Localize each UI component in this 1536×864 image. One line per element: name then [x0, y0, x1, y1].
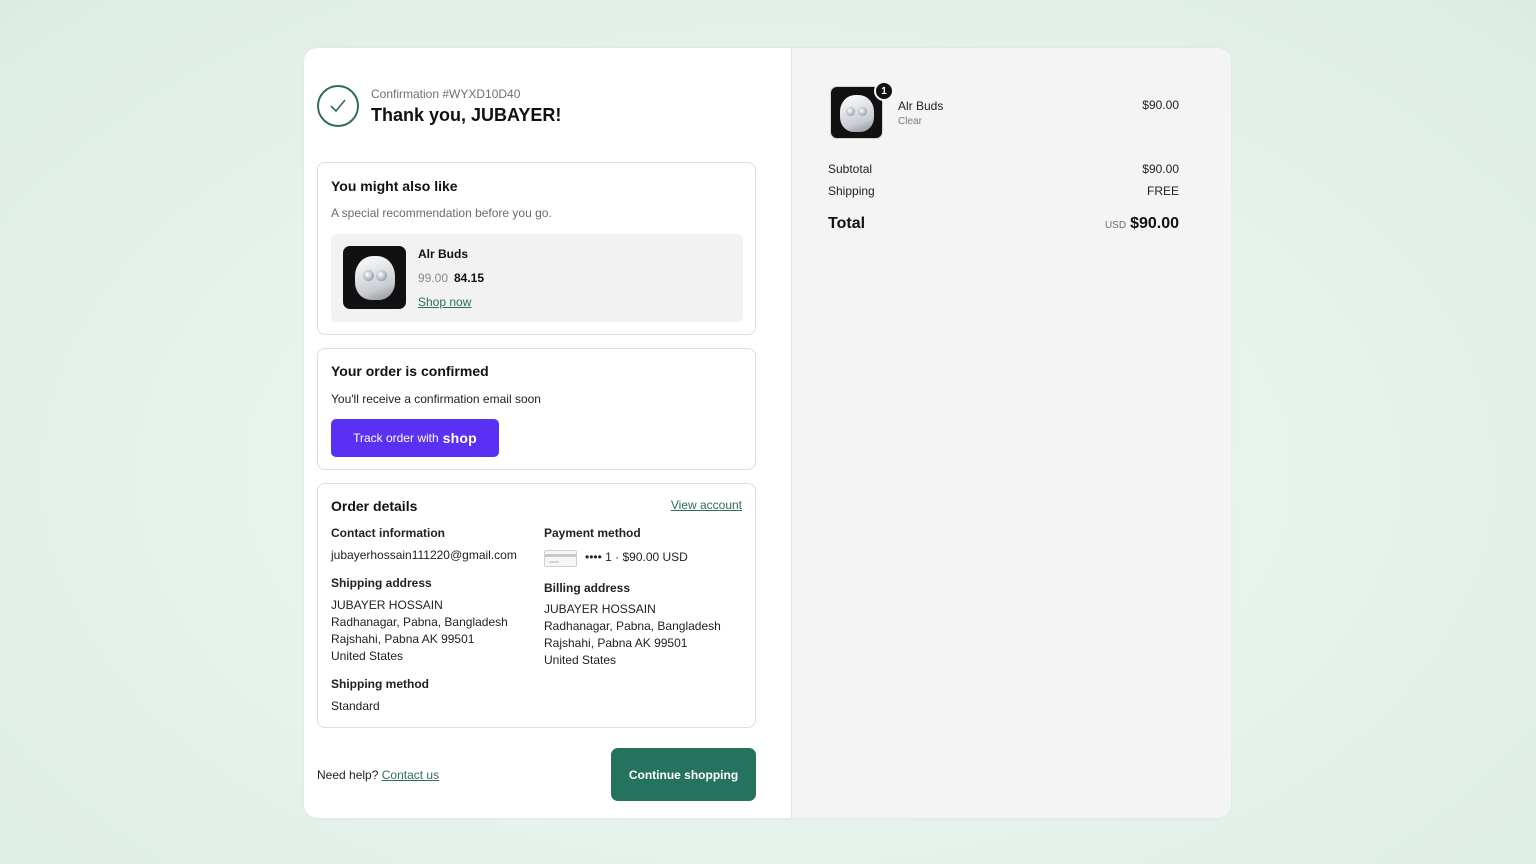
address-line: Rajshahi, Pabna AK 99501	[331, 632, 475, 646]
total-amount: USD $90.00	[1105, 215, 1179, 233]
contact-label: Contact information	[331, 526, 445, 540]
shipping-address-label: Shipping address	[331, 576, 432, 590]
shipping-label: Shipping	[828, 184, 875, 198]
summary-item-price: $90.00	[1142, 98, 1179, 112]
confirmed-title: Your order is confirmed	[331, 363, 489, 379]
checkmark-icon	[317, 85, 359, 127]
help-text: Need help? Contact us	[317, 768, 439, 782]
address-line: JUBAYER HOSSAIN	[544, 602, 656, 616]
order-details-section: Order details View account Contact infor…	[317, 483, 756, 728]
address-line: Radhanagar, Pabna, Bangladesh	[331, 615, 508, 629]
shop-now-link[interactable]: Shop now	[418, 295, 471, 309]
summary-item-variant: Clear	[898, 116, 922, 127]
address-line: United States	[331, 649, 404, 663]
recommendation-section: You might also like A special recommenda…	[317, 162, 756, 335]
shipping-address: JUBAYER HOSSAIN Radhanagar, Pabna, Bangl…	[331, 597, 508, 665]
checkout-card: Confirmation #WYXD10D40 Thank you, JUBAY…	[304, 47, 1231, 818]
earbud-right-image	[376, 270, 387, 281]
total-currency: USD	[1104, 220, 1127, 231]
recommended-product: Alr Buds 99.00 84.15 Shop now	[331, 234, 743, 322]
recommendation-subtitle: A special recommendation before you go.	[331, 206, 552, 220]
summary-item-name: Alr Buds	[898, 99, 944, 113]
track-order-button[interactable]: Track order with shop	[331, 419, 499, 457]
earbud-left-image	[363, 270, 374, 281]
sale-price: 84.15	[454, 271, 485, 285]
subtotal-value: $90.00	[1142, 162, 1179, 176]
shipping-method: Standard	[331, 699, 380, 713]
earbud-left-image	[846, 107, 855, 116]
page-title: Thank you, JUBAYER!	[371, 105, 562, 125]
earbuds-case-image	[840, 95, 874, 132]
earbud-right-image	[858, 107, 867, 116]
order-details-title: Order details	[331, 498, 418, 514]
continue-shopping-button[interactable]: Continue shopping	[611, 748, 756, 801]
total-value: $90.00	[1130, 215, 1179, 232]
address-line: Radhanagar, Pabna, Bangladesh	[544, 619, 721, 633]
product-image[interactable]	[343, 246, 406, 309]
recommendation-title: You might also like	[331, 178, 458, 194]
billing-address-label: Billing address	[544, 581, 631, 595]
order-summary-panel: 1 Alr Buds Clear $90.00 Subtotal $90.00 …	[791, 48, 1231, 818]
view-account-link[interactable]: View account	[671, 498, 742, 512]
contact-us-link[interactable]: Contact us	[382, 768, 439, 782]
track-order-label: Track order with	[353, 431, 439, 445]
billing-address: JUBAYER HOSSAIN Radhanagar, Pabna, Bangl…	[544, 601, 721, 669]
payment-method-label: Payment method	[544, 526, 641, 540]
quantity-badge: 1	[874, 81, 894, 101]
payment-method: •••• 1 · $90.00 USD	[585, 550, 688, 564]
help-label: Need help?	[317, 768, 379, 782]
address-line: United States	[544, 653, 617, 667]
shop-logo: shop	[442, 430, 477, 446]
confirmed-subtitle: You'll receive a confirmation email soon	[331, 392, 541, 406]
order-status-panel: Confirmation #WYXD10D40 Thank you, JUBAY…	[304, 48, 791, 818]
earbuds-case-image	[355, 256, 395, 300]
shipping-value: FREE	[1146, 184, 1179, 198]
address-line: Rajshahi, Pabna AK 99501	[544, 636, 688, 650]
credit-card-icon	[544, 550, 577, 567]
order-confirmed-section: Your order is confirmed You'll receive a…	[317, 348, 756, 470]
total-label: Total	[828, 215, 866, 232]
subtotal-label: Subtotal	[828, 162, 873, 176]
address-line: JUBAYER HOSSAIN	[331, 598, 443, 612]
product-name[interactable]: Alr Buds	[418, 247, 468, 261]
original-price: 99.00	[418, 271, 449, 285]
confirmation-number: Confirmation #WYXD10D40	[371, 87, 521, 101]
shipping-method-label: Shipping method	[331, 677, 429, 691]
contact-email: jubayerhossain111220@gmail.com	[331, 548, 517, 562]
